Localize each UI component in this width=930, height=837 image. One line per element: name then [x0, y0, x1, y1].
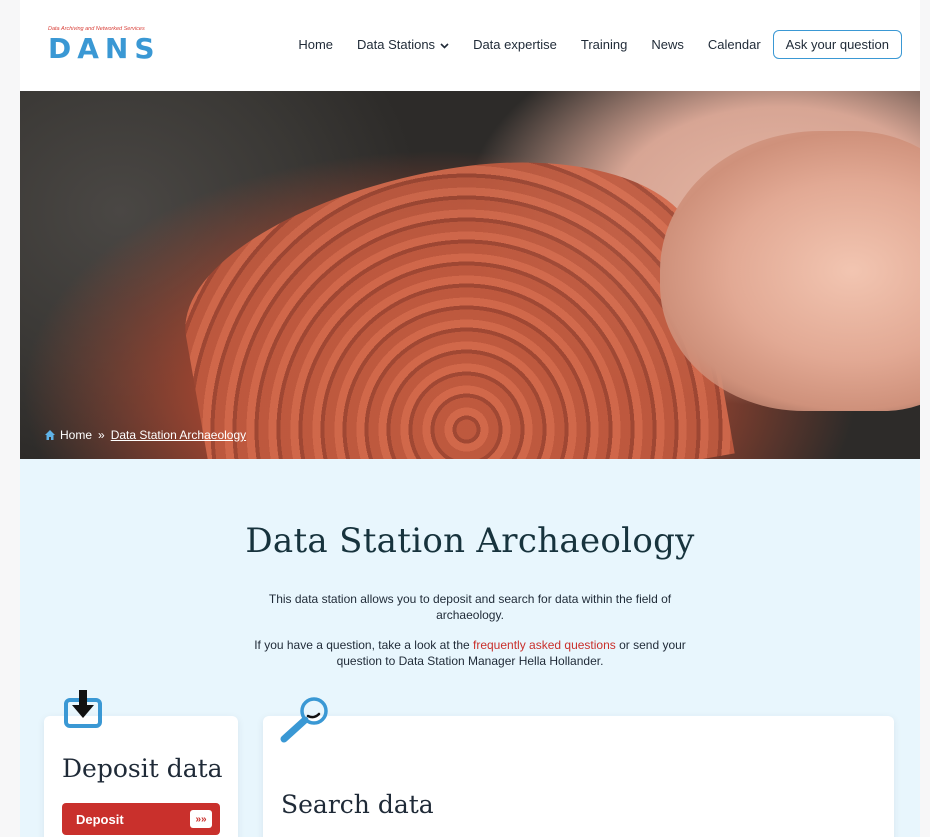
home-icon [44, 429, 56, 441]
nav-item-label: Data Stations [357, 37, 436, 52]
breadcrumb-current[interactable]: Data Station Archaeology [111, 428, 246, 442]
pottery-shard-graphic [165, 128, 735, 459]
main-nav: Home Data Stations Data expertise Traini… [274, 30, 902, 59]
nav-item-calendar[interactable]: Calendar [708, 37, 761, 52]
nav-item-home[interactable]: Home [298, 37, 333, 52]
nav-item-label: Training [580, 37, 628, 52]
chevron-down-icon [440, 41, 449, 51]
nav-item-data-stations[interactable]: Data Stations [357, 37, 449, 52]
thumb-graphic [660, 131, 920, 411]
deposit-button-label: Deposit [76, 811, 124, 827]
intro-text: This data station allows you to deposit … [250, 591, 690, 683]
hero-image: Home » Data Station Archaeology [20, 91, 920, 459]
breadcrumb-separator: » [98, 428, 105, 442]
page-title: Data Station Archaeology [245, 521, 695, 561]
nav-item-label: News [651, 37, 684, 52]
nav-item-label: Home [298, 37, 334, 52]
intro-text-before: If you have a question, take a look at t… [254, 638, 473, 652]
ask-question-button[interactable]: Ask your question [772, 30, 902, 59]
nav-item-label: Calendar [707, 37, 761, 52]
faq-link[interactable]: frequently asked questions [473, 638, 616, 652]
nav-item-data-expertise[interactable]: Data expertise [473, 37, 557, 52]
search-card-title: Search data [281, 790, 434, 819]
dans-logo[interactable]: Data Archiving and Networked Services DA… [48, 26, 168, 65]
breadcrumb-home-link[interactable]: Home [60, 428, 92, 442]
intro-paragraph-1: This data station allows you to deposit … [268, 592, 672, 622]
deposit-button[interactable]: Deposit »» [62, 803, 220, 835]
search-card: Search data [263, 716, 894, 837]
intro-paragraph-2: If you have a question, take a look at t… [250, 637, 690, 669]
logo-wordmark: DANS [48, 32, 161, 65]
nav-item-training[interactable]: Training [581, 37, 627, 52]
site-header: Data Archiving and Networked Services DA… [20, 0, 920, 91]
deposit-card: Deposit data Deposit »» [44, 716, 238, 837]
breadcrumb: Home » Data Station Archaeology [44, 428, 246, 442]
page: Data Archiving and Networked Services DA… [20, 0, 920, 837]
search-icon [278, 695, 332, 743]
double-chevron-right-icon: »» [190, 810, 212, 828]
deposit-card-title: Deposit data [62, 754, 223, 783]
main-content: Data Station Archaeology This data stati… [20, 459, 920, 837]
nav-item-news[interactable]: News [651, 37, 684, 52]
download-icon [62, 688, 104, 730]
nav-item-label: Data expertise [473, 37, 557, 52]
